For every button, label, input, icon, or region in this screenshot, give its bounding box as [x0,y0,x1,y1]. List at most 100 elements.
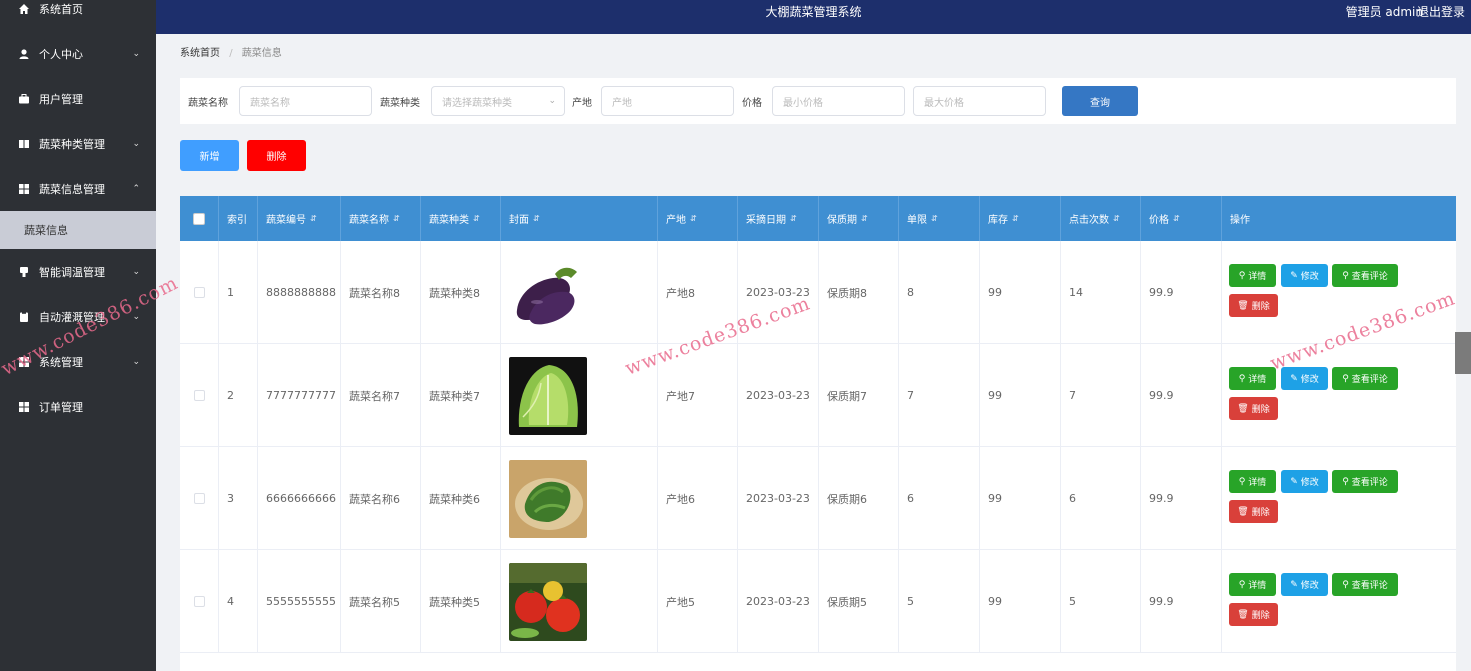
col-type[interactable]: 蔬菜种类 ⇵ [421,196,501,241]
delete-row-button[interactable]: 🗑 删除 [1229,603,1278,626]
clipboard-icon [18,311,30,323]
select-all-checkbox[interactable] [180,196,219,241]
sidebar-item-veg-types[interactable]: 蔬菜种类管理 ⌄ [0,121,156,166]
col-clicks[interactable]: 点击次数 ⇵ [1061,196,1141,241]
batch-delete-button[interactable]: 删除 [247,140,306,171]
sort-icon[interactable]: ⇵ [861,214,868,223]
cell-cover [501,344,658,447]
row-checkbox[interactable] [180,241,219,344]
view-reviews-button[interactable]: ⚲ 查看评论 [1332,470,1398,493]
add-button[interactable]: 新增 [180,140,239,171]
col-origin[interactable]: 产地 ⇵ [658,196,738,241]
edit-button[interactable]: ✎ 修改 [1281,573,1328,596]
max-price-input[interactable]: 最大价格 [913,86,1046,116]
col-price[interactable]: 价格 ⇵ [1141,196,1222,241]
row-checkbox[interactable] [180,550,219,653]
edit-button[interactable]: ✎ 修改 [1281,367,1328,390]
sidebar-item-temperature[interactable]: 智能调温管理 ⌄ [0,249,156,294]
remove-label: 删除 [1251,302,1270,312]
sidebar-item-home[interactable]: 系统首页 [0,0,156,20]
sidebar-item-veg-info[interactable]: 蔬菜信息管理 ⌃ [0,166,156,211]
logout-link[interactable]: 退出登录 [1417,3,1465,20]
sort-icon[interactable]: ⇵ [790,214,797,223]
chevron-down-icon: ⌄ [132,311,140,322]
col-limit[interactable]: 单限 ⇵ [899,196,980,241]
cell-type: 蔬菜种类5 [421,550,501,653]
sort-icon[interactable]: ⇵ [393,214,400,223]
name-input[interactable]: 蔬菜名称 [239,86,372,116]
cover-image [509,356,587,435]
breadcrumb-home[interactable]: 系统首页 [180,48,220,59]
sort-icon[interactable]: ⇵ [473,214,480,223]
col-name[interactable]: 蔬菜名称 ⇵ [341,196,421,241]
cell-date: 2023-03-23 [738,241,819,344]
cover-image [509,459,587,538]
detail-button[interactable]: ⚲ 详情 [1229,264,1276,287]
sidebar-subitem-veg-info[interactable]: 蔬菜信息 [0,211,156,249]
bulb-icon [18,266,30,278]
app-title: 大棚蔬菜管理系统 [765,5,862,19]
scrollbar-thumb[interactable] [1455,332,1471,374]
cell-clicks: 7 [1061,344,1141,447]
search-icon: ⚲ [1238,373,1246,384]
col-code[interactable]: 蔬菜编号 ⇵ [258,196,341,241]
sort-icon[interactable]: ⇵ [1012,214,1019,223]
sort-icon[interactable]: ⇵ [310,214,317,223]
edit-icon: ✎ [1290,373,1298,384]
delete-row-button[interactable]: 🗑 删除 [1229,294,1278,317]
cell-code: 7777777777 [258,344,341,447]
detail-button[interactable]: ⚲ 详情 [1229,367,1276,390]
col-date[interactable]: 采摘日期 ⇵ [738,196,819,241]
edit-button[interactable]: ✎ 修改 [1281,264,1328,287]
checkbox-box [193,596,205,607]
edit-button[interactable]: ✎ 修改 [1281,470,1328,493]
delete-row-button[interactable]: 🗑 删除 [1229,397,1278,420]
query-button[interactable]: 查询 [1062,86,1138,116]
cover-image [509,562,587,641]
cell-name: 蔬菜名称6 [341,447,421,550]
edit-label: 修改 [1300,581,1319,591]
col-stock[interactable]: 库存 ⇵ [980,196,1061,241]
search-panel: 蔬菜名称 蔬菜名称 蔬菜种类 请选择蔬菜种类 ⌄ 产地 产地 价格 最小价格 最大… [180,78,1456,124]
briefcase-icon [18,93,30,105]
col-label: 单限 [907,215,927,226]
sort-icon[interactable]: ⇵ [931,214,938,223]
sidebar-item-label: 用户管理 [39,92,83,106]
sidebar-item-profile[interactable]: 个人中心 ⌄ [0,31,156,76]
row-checkbox[interactable] [180,447,219,550]
origin-label: 产地 [572,98,592,109]
row-checkbox[interactable] [180,344,219,447]
sidebar-item-label: 个人中心 [39,47,83,61]
sort-icon[interactable]: ⇵ [1173,214,1180,223]
app-root: 系统首页 个人中心 ⌄ 用户管理 蔬菜种类管理 ⌄ 蔬菜信息管理 ⌃ 蔬菜信息 … [0,0,1471,671]
cell-index: 3 [219,447,258,550]
sidebar-item-system[interactable]: 系统管理 ⌄ [0,339,156,384]
delete-row-button[interactable]: 🗑 删除 [1229,500,1278,523]
detail-button[interactable]: ⚲ 详情 [1229,573,1276,596]
col-cover[interactable]: 封面 ⇵ [501,196,658,241]
view-reviews-button[interactable]: ⚲ 查看评论 [1332,367,1398,390]
type-select[interactable]: 请选择蔬菜种类 ⌄ [431,86,565,116]
cell-stock: 99 [980,344,1061,447]
chevron-down-icon: ⌄ [132,356,140,367]
sort-icon[interactable]: ⇵ [1113,214,1120,223]
sort-icon[interactable]: ⇵ [690,214,697,223]
col-shelf[interactable]: 保质期 ⇵ [819,196,899,241]
max-price-placeholder: 最大价格 [924,97,964,109]
view-reviews-button[interactable]: ⚲ 查看评论 [1332,264,1398,287]
sidebar-item-orders[interactable]: 订单管理 [0,384,156,429]
origin-placeholder: 产地 [612,97,632,109]
view-reviews-button[interactable]: ⚲ 查看评论 [1332,573,1398,596]
sidebar-item-irrigation[interactable]: 自动灌溉管理 ⌄ [0,294,156,339]
grid-icon [18,401,30,413]
col-label: 库存 [988,215,1008,226]
cell-clicks: 6 [1061,447,1141,550]
price-label: 价格 [742,98,762,109]
sort-icon[interactable]: ⇵ [533,214,540,223]
sidebar-item-users[interactable]: 用户管理 [0,76,156,121]
search-icon: ⚲ [1342,476,1349,487]
detail-button[interactable]: ⚲ 详情 [1229,470,1276,493]
origin-input[interactable]: 产地 [601,86,734,116]
min-price-input[interactable]: 最小价格 [772,86,905,116]
remove-label: 删除 [1251,611,1270,621]
